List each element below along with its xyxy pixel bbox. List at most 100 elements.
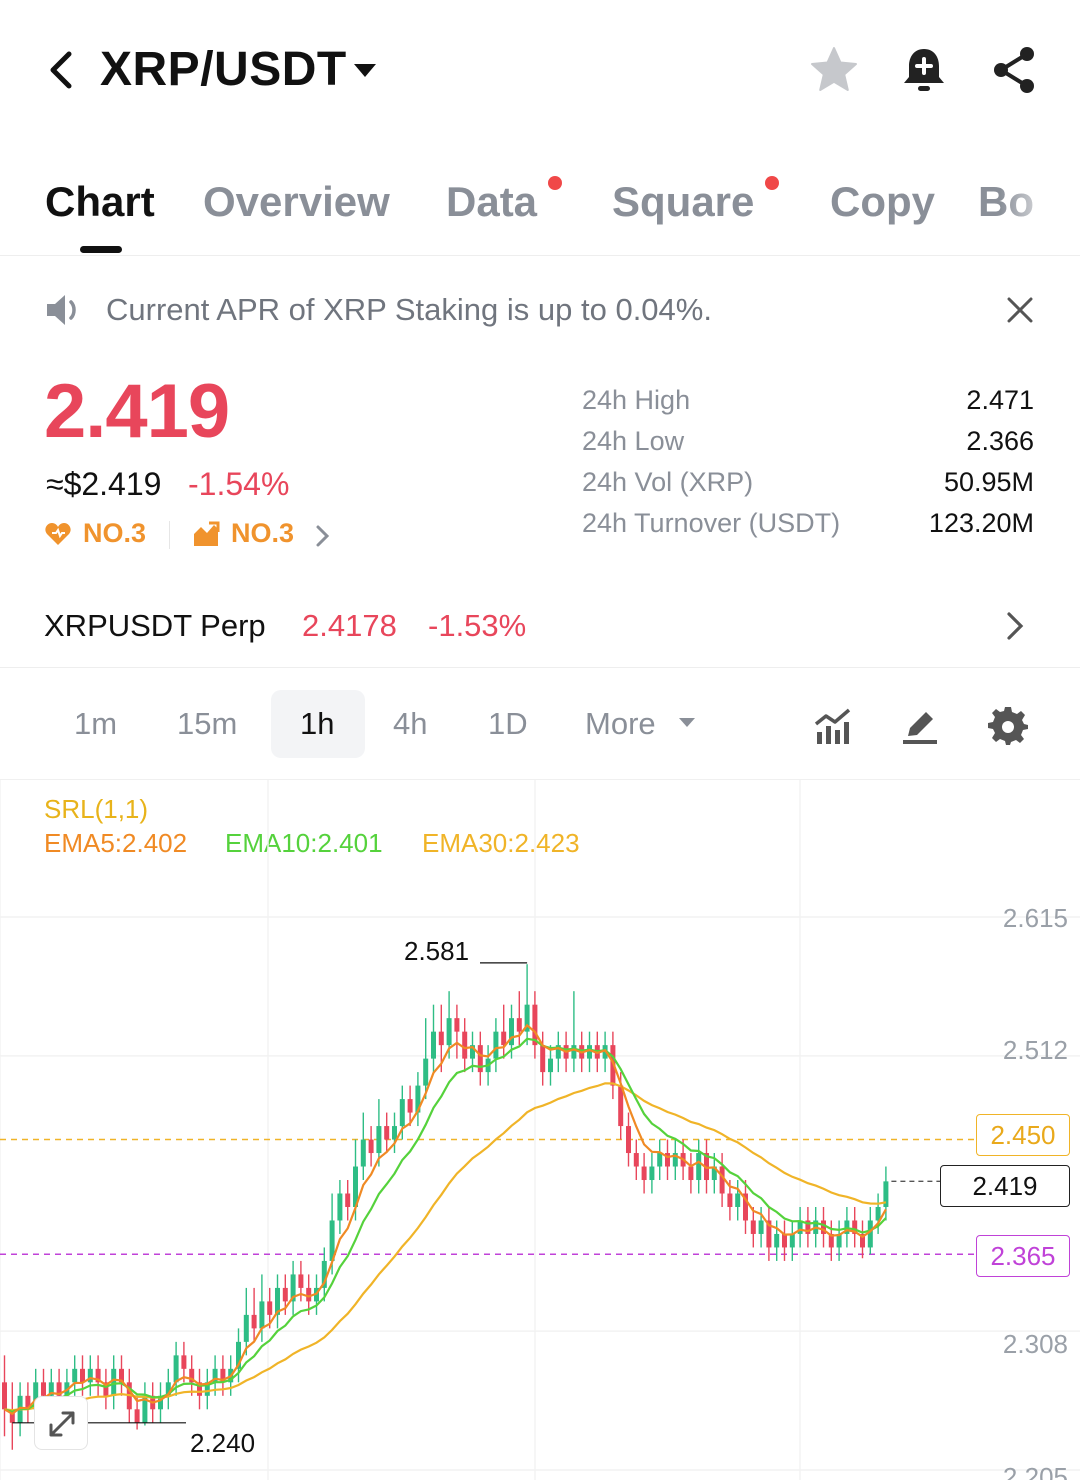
stat-label: 24h High	[582, 385, 691, 415]
candle-body	[243, 1314, 249, 1342]
expand-icon	[49, 1411, 75, 1437]
draw-icon[interactable]	[900, 706, 940, 746]
candle-body	[298, 1274, 304, 1288]
last-price: 2.419	[44, 369, 230, 454]
candle-body	[360, 1139, 366, 1167]
y-axis-tick: 2.512	[1002, 1035, 1068, 1065]
share-icon[interactable]	[988, 44, 1040, 96]
timeframe-1d[interactable]: 1D	[488, 706, 528, 742]
candle-body	[782, 1233, 787, 1248]
usd-price: ≈$2.419	[46, 466, 162, 502]
bell-plus-icon[interactable]	[898, 44, 950, 96]
candle-body	[134, 1409, 140, 1423]
candle-body	[2, 1382, 7, 1410]
candle-body	[345, 1193, 351, 1207]
timeframe-bar: 1m 15m 1h 4h 1D More	[0, 668, 1080, 780]
srl-price-tag[interactable]: 2.450	[976, 1114, 1070, 1156]
candle-body	[774, 1233, 780, 1248]
candle-body	[267, 1301, 273, 1315]
candle-body	[173, 1355, 179, 1383]
candle-body	[657, 1153, 663, 1167]
caret-down-icon[interactable]	[676, 714, 698, 732]
tab-data[interactable]: Data	[446, 178, 537, 226]
popularity-rank[interactable]: NO.3	[83, 518, 146, 549]
star-icon[interactable]	[808, 44, 860, 96]
back-icon[interactable]	[40, 48, 84, 92]
candle-body	[111, 1368, 117, 1396]
candle-body	[789, 1233, 795, 1248]
candle-body	[423, 1058, 429, 1086]
candle-body	[571, 1045, 577, 1059]
timeframe-1h[interactable]: 1h	[300, 706, 334, 742]
candle-body	[548, 1058, 553, 1073]
price-change: -1.54%	[188, 466, 290, 502]
candle-body	[649, 1166, 655, 1181]
candle-body	[735, 1193, 741, 1207]
y-axis-tick: 2.308	[1002, 1329, 1068, 1359]
notification-dot	[765, 176, 779, 190]
tab-active-indicator	[80, 246, 122, 253]
tab-overview[interactable]: Overview	[203, 178, 390, 226]
candle-body	[181, 1355, 187, 1369]
tab-bar: Chart Overview Data Square Copy Bo	[0, 160, 1080, 256]
candle-body	[251, 1314, 257, 1329]
announcement-text[interactable]: Current APR of XRP Staking is up to 0.04…	[106, 292, 712, 328]
expand-chart-button[interactable]	[34, 1396, 88, 1450]
candle-body	[477, 1045, 483, 1073]
perp-contract-row[interactable]: XRPUSDT Perp 2.4178 -1.53%	[0, 586, 1080, 668]
timeframe-4h[interactable]: 4h	[393, 706, 427, 742]
perp-price: 2.4178	[302, 608, 397, 643]
heart-rank-icon	[44, 520, 72, 548]
candle-body	[431, 1031, 436, 1059]
candle-body	[41, 1382, 46, 1396]
candle-body	[306, 1287, 312, 1302]
gainer-rank[interactable]: NO.3	[231, 518, 294, 549]
candle-body	[384, 1126, 390, 1140]
tab-square[interactable]: Square	[612, 178, 754, 226]
candlestick-chart[interactable]	[0, 780, 1080, 1480]
chevron-right-icon[interactable]	[312, 522, 334, 550]
timeframe-1m[interactable]: 1m	[74, 706, 117, 742]
candle-body	[462, 1031, 468, 1059]
trend-rank-icon	[192, 520, 220, 548]
candle-body	[688, 1166, 694, 1181]
candle-body	[750, 1220, 756, 1234]
candle-body	[867, 1220, 873, 1248]
rank-divider	[169, 521, 170, 549]
tab-copy[interactable]: Copy	[830, 178, 935, 226]
candle-body	[392, 1126, 397, 1140]
support-price-tag[interactable]: 2.365	[976, 1235, 1070, 1277]
indicator-icon[interactable]	[813, 706, 853, 746]
chevron-right-icon[interactable]	[1000, 608, 1030, 644]
tab-overflow-fade	[1000, 160, 1080, 250]
stat-label: 24h Turnover (USDT)	[582, 508, 841, 538]
stat-label: 24h Vol (XRP)	[582, 467, 754, 497]
y-axis-tick: 2.615	[1002, 903, 1068, 933]
candle-body	[376, 1126, 382, 1154]
candle-body	[758, 1220, 764, 1234]
candle-body	[633, 1153, 639, 1167]
candle-body	[282, 1287, 288, 1302]
top-bar: XRP/USDT	[0, 0, 1080, 140]
speaker-icon	[44, 290, 84, 330]
timeframe-15m[interactable]: 15m	[177, 706, 237, 742]
tab-chart[interactable]: Chart	[45, 178, 155, 226]
candle-body	[407, 1099, 413, 1113]
close-icon[interactable]	[1002, 292, 1038, 328]
candle-body	[454, 1018, 460, 1032]
candle-body	[259, 1301, 265, 1329]
current-price-tag[interactable]: 2.419	[940, 1165, 1070, 1207]
low-marker-label: 2.240	[190, 1428, 256, 1458]
gear-icon[interactable]	[988, 706, 1028, 746]
candle-body	[80, 1368, 85, 1383]
pair-title[interactable]: XRP/USDT	[100, 42, 347, 97]
candle-body	[516, 1018, 522, 1032]
announcement-banner[interactable]: Current APR of XRP Staking is up to 0.04…	[0, 270, 1080, 350]
timeframe-more[interactable]: More	[585, 706, 656, 742]
stat-value: 2.366	[966, 426, 1034, 456]
candle-body	[727, 1193, 733, 1207]
candle-body	[446, 1018, 452, 1046]
candle-body	[540, 1045, 546, 1073]
caret-down-icon[interactable]	[350, 58, 380, 82]
candle-body	[399, 1099, 405, 1127]
